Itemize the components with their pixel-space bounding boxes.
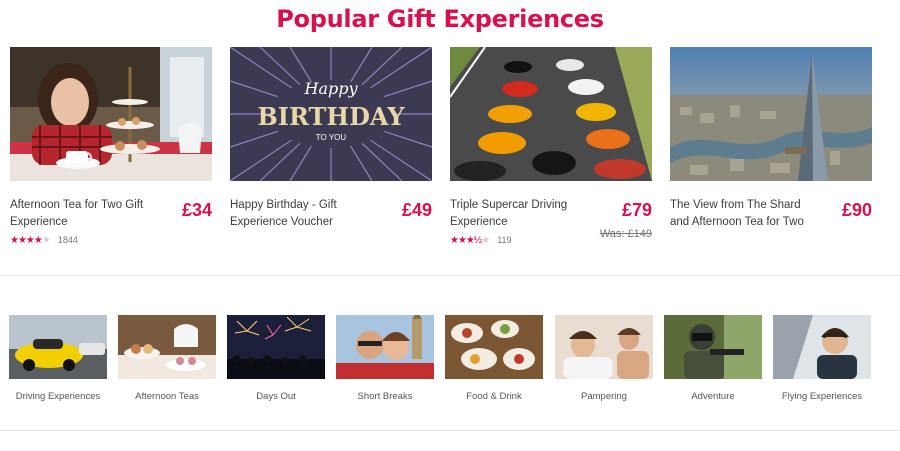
category-label[interactable]: Short Breaks bbox=[336, 391, 434, 402]
card-script-text: Happy bbox=[303, 79, 358, 98]
category-label[interactable]: Days Out bbox=[227, 391, 325, 402]
category-pampering[interactable]: Pampering bbox=[555, 315, 653, 402]
rating-stars: ★★★★★ bbox=[10, 235, 51, 246]
category-label[interactable]: Flying Experiences bbox=[773, 391, 871, 402]
category-image[interactable] bbox=[118, 315, 216, 379]
category-label[interactable]: Food & Drink bbox=[445, 391, 543, 402]
section-divider bbox=[0, 430, 900, 431]
section-divider bbox=[0, 275, 900, 276]
product-price: £49 bbox=[401, 200, 432, 220]
product-name[interactable]: Afternoon Tea for Two Gift Experience bbox=[10, 197, 160, 231]
category-label[interactable]: Afternoon Teas bbox=[118, 391, 216, 402]
category-image[interactable] bbox=[227, 315, 325, 379]
product-card[interactable]: Happy BIRTHDAY TO YOU Happy Birthday - G… bbox=[230, 47, 432, 267]
category-image[interactable] bbox=[445, 315, 543, 379]
product-image[interactable] bbox=[450, 47, 652, 181]
product-card[interactable]: The View from The Shard and Afternoon Te… bbox=[670, 47, 872, 267]
card-main-text: BIRTHDAY bbox=[258, 102, 406, 131]
product-price: £34 bbox=[181, 200, 212, 220]
product-image[interactable] bbox=[670, 47, 872, 181]
product-price: £90 bbox=[841, 200, 872, 220]
category-image[interactable] bbox=[555, 315, 653, 379]
category-label[interactable]: Pampering bbox=[555, 391, 653, 402]
product-name[interactable]: Happy Birthday - Gift Experience Voucher bbox=[230, 197, 380, 231]
product-card[interactable]: Triple Supercar Driving Experience £79 W… bbox=[450, 47, 652, 267]
section-title: Popular Gift Experiences bbox=[276, 5, 604, 33]
rating-count: 1844 bbox=[57, 235, 78, 245]
category-image[interactable] bbox=[9, 315, 107, 379]
category-short-breaks[interactable]: Short Breaks bbox=[336, 315, 434, 402]
rating-count: 119 bbox=[497, 235, 512, 245]
category-adventure[interactable]: Adventure bbox=[664, 315, 762, 402]
rating-stars: ★★★½★ bbox=[450, 235, 490, 246]
category-afternoon-teas[interactable]: Afternoon Teas bbox=[118, 315, 216, 402]
category-image[interactable] bbox=[773, 315, 871, 379]
was-price: Was: £149 bbox=[599, 228, 652, 240]
product-rating: ★★★½★ 119 bbox=[450, 235, 512, 246]
product-price: £79 bbox=[621, 200, 652, 220]
product-card[interactable]: Afternoon Tea for Two Gift Experience £3… bbox=[10, 47, 212, 267]
product-name[interactable]: Triple Supercar Driving Experience bbox=[450, 197, 600, 231]
category-label[interactable]: Driving Experiences bbox=[9, 391, 107, 402]
product-image[interactable] bbox=[10, 47, 212, 181]
category-image[interactable] bbox=[664, 315, 762, 379]
product-rating: ★★★★★ 1844 bbox=[10, 235, 78, 246]
category-driving[interactable]: Driving Experiences bbox=[9, 315, 107, 402]
card-sub-text: TO YOU bbox=[316, 133, 347, 142]
category-image[interactable] bbox=[336, 315, 434, 379]
product-image[interactable]: Happy BIRTHDAY TO YOU bbox=[230, 47, 432, 181]
category-days-out[interactable]: Days Out bbox=[227, 315, 325, 402]
category-label[interactable]: Adventure bbox=[664, 391, 762, 402]
product-name[interactable]: The View from The Shard and Afternoon Te… bbox=[670, 197, 820, 231]
category-flying[interactable]: Flying Experiences bbox=[773, 315, 871, 402]
category-food-drink[interactable]: Food & Drink bbox=[445, 315, 543, 402]
